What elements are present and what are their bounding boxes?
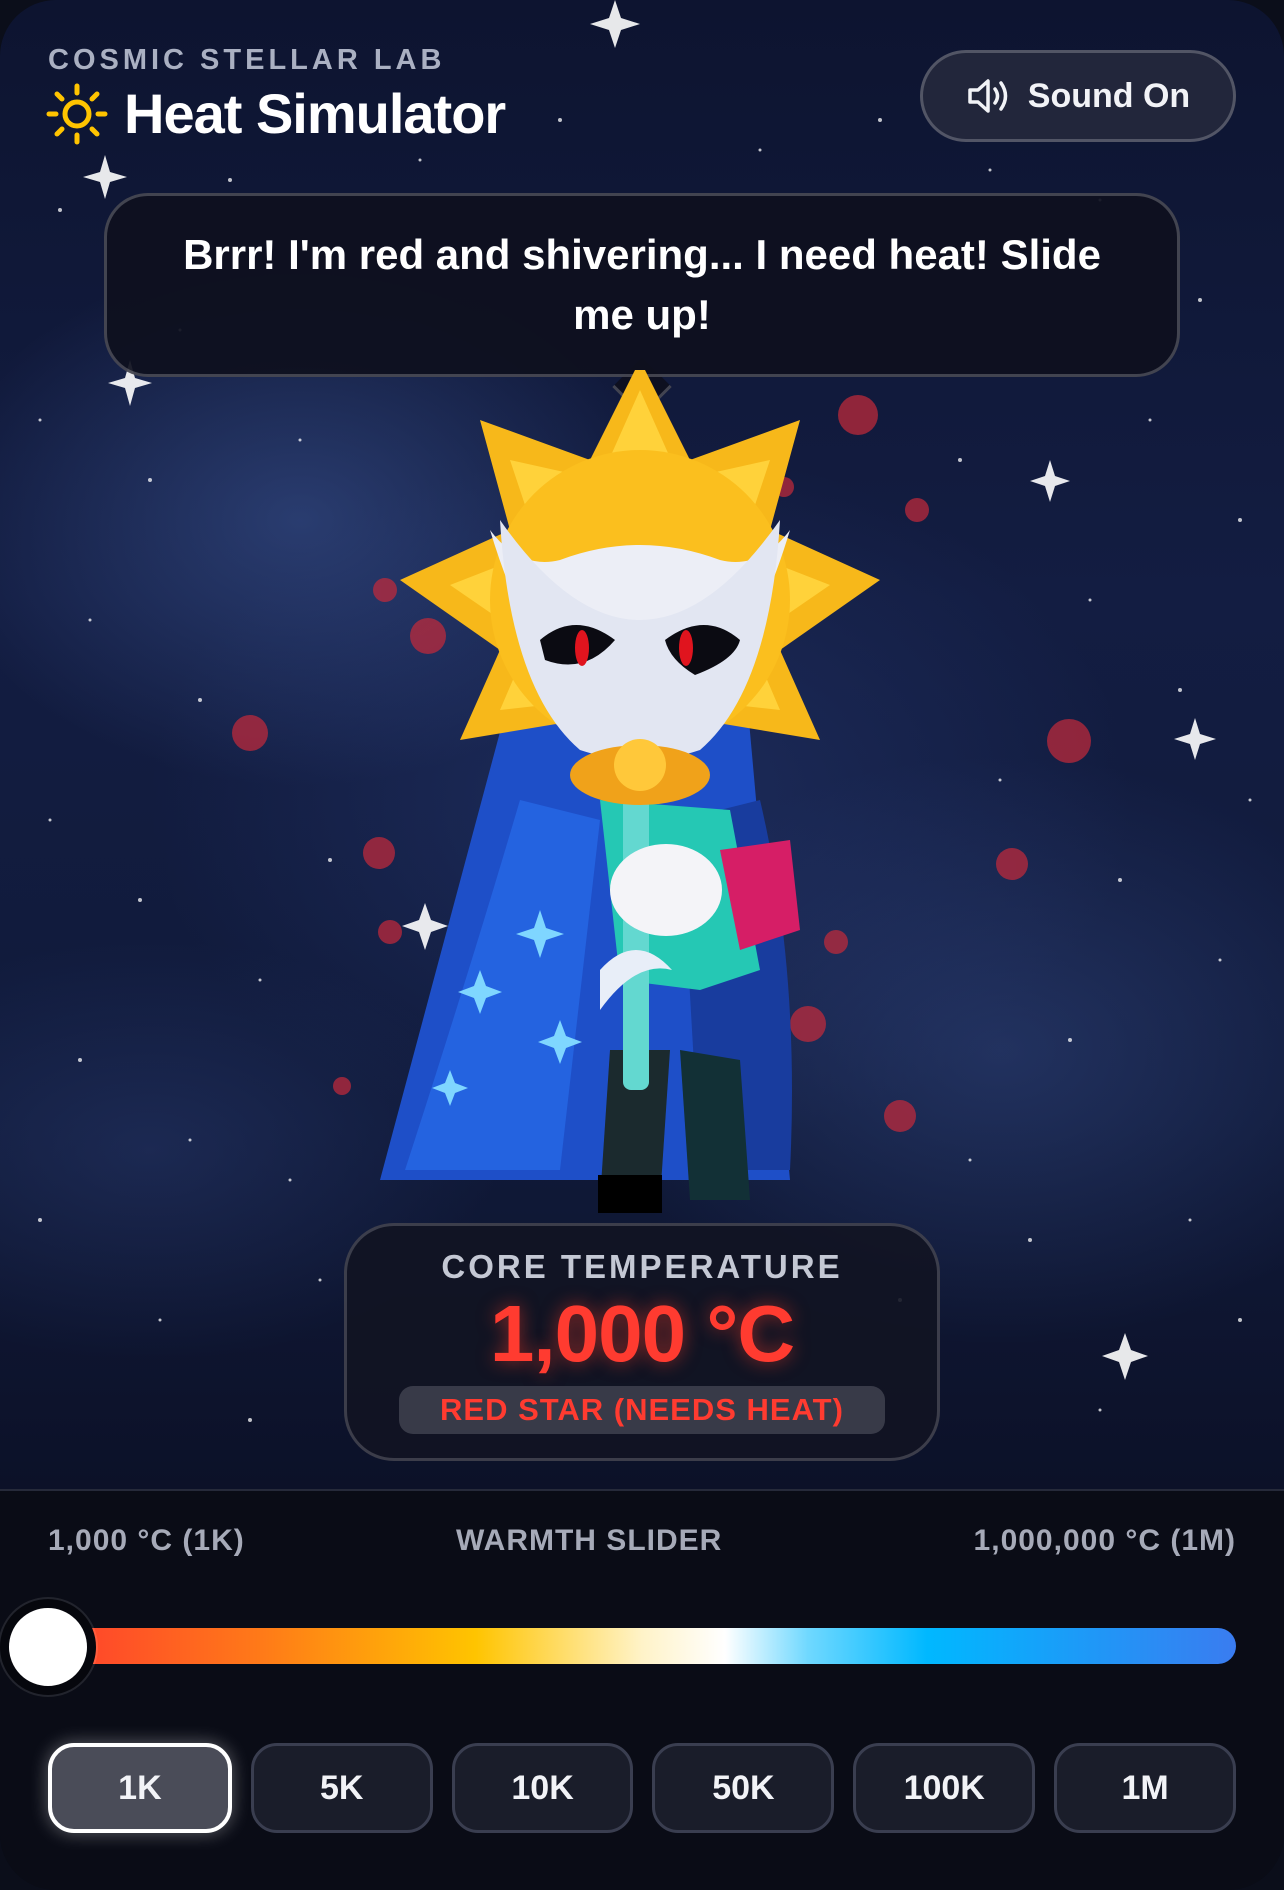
sound-toggle-button[interactable]: Sound On bbox=[920, 50, 1236, 142]
sun-icon bbox=[46, 83, 108, 144]
preset-buttons: 1K 5K 10K 50K 100K 1M bbox=[48, 1743, 1236, 1833]
core-temperature-label: CORE TEMPERATURE bbox=[441, 1248, 843, 1285]
preset-button-10k[interactable]: 10K bbox=[451, 1743, 634, 1833]
star-character-illustration bbox=[380, 370, 880, 1213]
core-temperature-value: 1,000 °C bbox=[489, 1289, 795, 1378]
warmth-slider-track[interactable] bbox=[48, 1628, 1236, 1664]
brand-label: COSMIC STELLAR LAB bbox=[48, 44, 446, 76]
preset-button-1m[interactable]: 1M bbox=[1054, 1743, 1236, 1833]
preset-button-1k[interactable]: 1K bbox=[48, 1743, 232, 1833]
preset-button-100k[interactable]: 100K bbox=[853, 1743, 1036, 1833]
page-title: Heat Simulator bbox=[124, 82, 506, 145]
slider-max-label: 1,000,000 °C (1M) bbox=[973, 1524, 1236, 1557]
preset-button-5k[interactable]: 5K bbox=[250, 1743, 433, 1833]
warmth-slider-thumb[interactable] bbox=[0, 1599, 96, 1695]
slider-title: WARMTH SLIDER bbox=[456, 1524, 723, 1557]
preset-button-50k[interactable]: 50K bbox=[652, 1743, 835, 1833]
slider-min-label: 1,000 °C (1K) bbox=[48, 1524, 245, 1557]
slider-labels: 1,000 °C (1K) WARMTH SLIDER 1,000,000 °C… bbox=[48, 1524, 1236, 1564]
speech-bubble: Brrr! I'm red and shivering... I need he… bbox=[104, 193, 1180, 377]
core-temperature-card: CORE TEMPERATURE 1,000 °C RED STAR (NEED… bbox=[344, 1223, 940, 1461]
speech-text: Brrr! I'm red and shivering... I need he… bbox=[183, 231, 1101, 338]
speaker-icon bbox=[968, 79, 1008, 113]
app-window: COSMIC STELLAR LAB Heat Simulator Sound … bbox=[0, 0, 1284, 1890]
sound-toggle-label: Sound On bbox=[1027, 76, 1191, 115]
star-status-badge: RED STAR (NEEDS HEAT) bbox=[399, 1386, 885, 1434]
title-row: Heat Simulator bbox=[46, 81, 506, 146]
header: COSMIC STELLAR LAB Heat Simulator bbox=[46, 44, 506, 146]
